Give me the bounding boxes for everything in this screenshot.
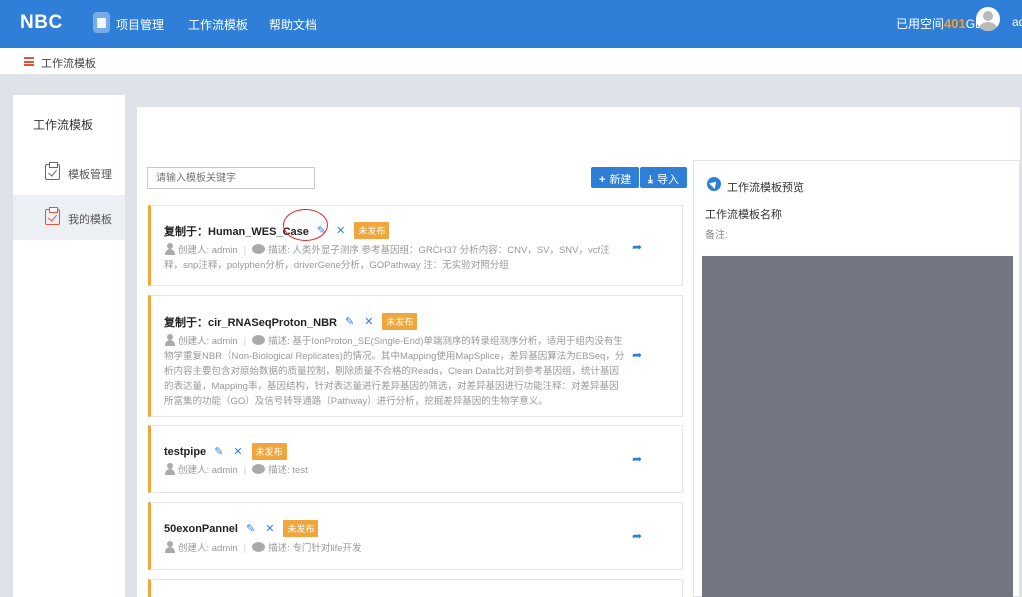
app-logo[interactable]: NBC — [20, 12, 63, 34]
storage-value: 401 — [944, 16, 966, 31]
breadcrumb: 工作流模板 — [0, 48, 1022, 75]
sidebar-item-label: 模板管理 — [68, 169, 112, 181]
share-arrow-icon[interactable]: ➦ — [632, 452, 642, 466]
sidebar-item-label: 我的模板 — [68, 214, 112, 226]
share-arrow-icon[interactable]: ➦ — [632, 240, 642, 254]
status-badge: 未发布 — [382, 313, 418, 330]
storage-usage: 已用空间401GB — [896, 15, 983, 32]
nav-help-docs[interactable]: 帮助文档 — [269, 16, 317, 33]
card-meta: 创建人: admin | 描述: 专门针对life开发 — [164, 541, 627, 556]
comment-icon — [252, 542, 266, 552]
edit-pencil-icon[interactable]: ✎ — [214, 445, 223, 458]
comment-icon — [252, 335, 266, 345]
edit-pencil-icon[interactable]: ✎ — [246, 522, 255, 535]
edit-pencil-icon[interactable]: ✎ — [345, 315, 354, 328]
clipboard-check-icon — [45, 162, 60, 180]
nav-workflow-templates[interactable]: 工作流模板 — [188, 16, 248, 33]
template-card — [148, 579, 683, 597]
delete-x-icon[interactable]: ✕ — [265, 522, 274, 535]
import-button[interactable]: ⤓ 导入 — [640, 167, 687, 188]
template-preview-panel: 工作流模板预览 工作流模板名称 备注: — [693, 160, 1020, 597]
card-description: 描述: 专门针对life开发 — [268, 543, 362, 554]
template-card: 复制于：cir_RNASeqProton_NBR ✎ ✕ 未发布 创建人: ad… — [148, 295, 683, 417]
preview-name-label: 工作流模板名称 — [705, 209, 782, 221]
card-title[interactable]: 复制于：cir_RNASeqProton_NBR — [164, 314, 337, 330]
clipboard-check-icon — [45, 207, 60, 225]
card-title[interactable]: 50exonPannel — [164, 523, 238, 535]
new-button-label: 新建 — [609, 174, 632, 186]
card-creator: 创建人: admin — [178, 245, 238, 256]
import-button-label: 导入 — [656, 174, 679, 186]
template-card: 50exonPannel ✎ ✕ 未发布 创建人: admin | 描述: 专门针对… — [148, 502, 683, 570]
sidebar: 工作流模板 模板管理 我的模板 — [13, 95, 125, 597]
share-arrow-icon[interactable]: ➦ — [632, 348, 642, 362]
preview-note-label: 备注: — [705, 230, 728, 241]
comment-icon — [252, 244, 266, 254]
delete-x-icon[interactable]: ✕ — [336, 224, 345, 237]
delete-x-icon[interactable]: ✕ — [364, 315, 373, 328]
template-search-input[interactable] — [147, 167, 315, 189]
download-icon: ⤓ — [648, 174, 653, 186]
sidebar-item-template-management[interactable]: 模板管理 — [13, 150, 125, 195]
user-icon — [164, 463, 175, 475]
navigation-arrow-icon — [707, 177, 721, 191]
plus-icon: + — [599, 174, 606, 186]
card-description: 描述: test — [268, 465, 308, 476]
card-creator: 创建人: admin — [178, 336, 238, 347]
card-title[interactable]: testpipe — [164, 446, 206, 458]
status-badge: 未发布 — [251, 443, 287, 460]
user-avatar[interactable] — [976, 7, 1000, 31]
template-card: 复制于：Human_WES_Case ✎ ✕ 未发布 创建人: admin | 描述… — [148, 205, 683, 286]
card-creator: 创建人: admin — [178, 465, 238, 476]
share-arrow-icon[interactable]: ➦ — [632, 529, 642, 543]
sidebar-title: 工作流模板 — [33, 118, 94, 132]
top-navbar: NBC 项目管理 工作流模板 帮助文档 已用空间401GB ad — [0, 0, 1022, 48]
card-meta: 创建人: admin | 描述: 人类外显子测序 参考基因组：GRCH37 分析内容… — [164, 243, 610, 271]
delete-x-icon[interactable]: ✕ — [233, 445, 242, 458]
new-template-button[interactable]: + 新建 — [591, 167, 640, 188]
nav-project-management[interactable]: 项目管理 — [116, 16, 164, 33]
highlight-annotation-circle — [283, 209, 328, 241]
status-badge: 未发布 — [283, 520, 319, 537]
breadcrumb-label: 工作流模板 — [41, 58, 96, 70]
project-icon — [93, 12, 110, 33]
sidebar-item-my-templates[interactable]: 我的模板 — [13, 195, 125, 240]
preview-title: 工作流模板预览 — [727, 182, 804, 194]
card-creator: 创建人: admin — [178, 543, 238, 554]
template-card: testpipe ✎ ✕ 未发布 创建人: admin | 描述: test ➦ — [148, 425, 683, 493]
username[interactable]: ad — [1012, 15, 1022, 29]
card-meta: 创建人: admin | 描述: 基于IonProton_SE(Single-End… — [164, 334, 625, 407]
user-icon — [164, 243, 175, 255]
list-icon — [24, 57, 34, 66]
user-icon — [164, 541, 175, 553]
card-meta: 创建人: admin | 描述: test — [164, 463, 627, 478]
storage-label: 已用空间 — [896, 17, 945, 31]
workflow-preview-canvas[interactable] — [702, 256, 1013, 597]
user-icon — [164, 334, 175, 346]
status-badge: 未发布 — [354, 222, 390, 239]
comment-icon — [252, 464, 266, 474]
